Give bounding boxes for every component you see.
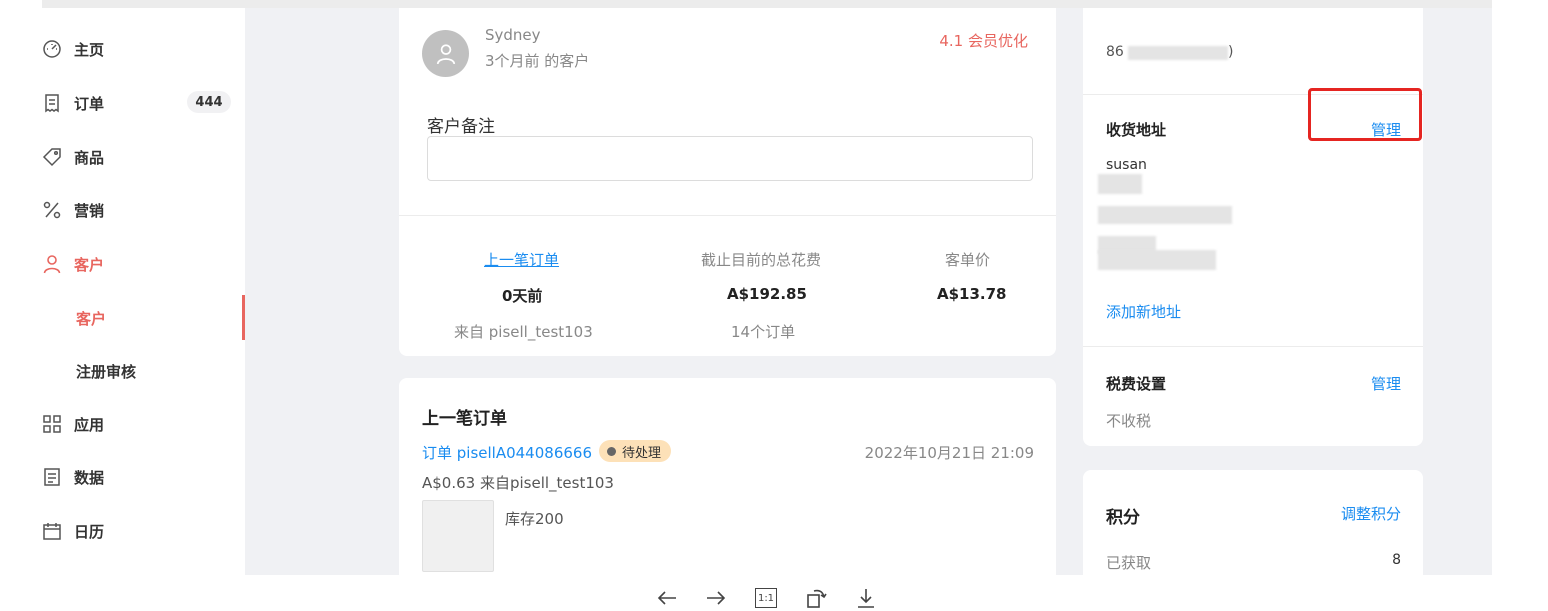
- admin-app: 主页 订单 444 商品 营销 客户 客户 注册审核 应用 数据 日历 Sydn…: [42, 0, 1492, 575]
- contact-card: 86 ) 收货地址 管理 susan 添加新地址 税费设置 管理 不收税: [1083, 8, 1423, 446]
- last-order-link[interactable]: 上一笔订单: [484, 249, 559, 270]
- download-button[interactable]: [854, 586, 878, 610]
- sidebar-item-label: 订单: [74, 94, 105, 113]
- arrow-right-icon: [707, 591, 726, 605]
- note-label: 客户备注: [427, 117, 495, 137]
- member-tag[interactable]: 4.1 会员优化: [939, 30, 1028, 51]
- address-name: susan: [1106, 157, 1147, 173]
- points-earned-label: 已获取: [1106, 554, 1152, 572]
- sidebar-subitem-registration-review[interactable]: 注册审核: [76, 361, 136, 382]
- avatar: [422, 30, 469, 77]
- order-summary: A$0.63 来自pisell_test103: [422, 474, 614, 492]
- points-card: 积分 调整积分 已获取 8: [1083, 470, 1423, 575]
- order-count-badge: 444: [187, 91, 231, 113]
- phone-suffix: ): [1228, 44, 1234, 60]
- divider: [399, 215, 1056, 216]
- sidebar-item-label: 商品: [74, 148, 105, 167]
- sidebar-item-label: 主页: [74, 40, 105, 59]
- adjust-points-link[interactable]: 调整积分: [1341, 503, 1401, 524]
- order-icon: [42, 93, 62, 113]
- order-count: 14个订单: [731, 323, 796, 341]
- sidebar-item-data[interactable]: 数据: [42, 457, 245, 497]
- sidebar-item-label: 数据: [74, 468, 105, 487]
- tax-value: 不收税: [1106, 412, 1152, 430]
- download-icon: [858, 589, 874, 608]
- order-datetime: 2022年10月21日 21:09: [864, 444, 1034, 462]
- order-number-link[interactable]: 订单 pisellA044086666: [422, 442, 592, 463]
- sidebar-item-label: 应用: [74, 415, 105, 434]
- next-button[interactable]: [704, 586, 728, 610]
- phone-prefix: 86: [1106, 44, 1124, 60]
- data-icon: [42, 467, 62, 487]
- dashboard-icon: [42, 39, 62, 59]
- sidebar-item-decoration[interactable]: 装修: [42, 564, 245, 575]
- last-order-card: 上一笔订单 订单 pisellA044086666 待处理 2022年10月21…: [399, 378, 1056, 575]
- sidebar-item-apps[interactable]: 应用: [42, 404, 245, 444]
- sidebar-item-marketing[interactable]: 营销: [42, 190, 245, 230]
- divider: [1083, 346, 1423, 347]
- customer-city: Sydney: [485, 26, 541, 44]
- status-badge: 待处理: [599, 440, 672, 462]
- customer-summary-card: Sydney 3个月前 的客户 4.1 会员优化 客户备注 上一笔订单 0天前 …: [399, 8, 1056, 356]
- sidebar-item-calendar[interactable]: 日历: [42, 511, 245, 551]
- points-earned-value: 8: [1392, 552, 1401, 568]
- points-title: 积分: [1106, 508, 1140, 528]
- active-indicator: [242, 295, 245, 340]
- sidebar-item-label: 日历: [74, 522, 105, 541]
- tax-title: 税费设置: [1106, 375, 1167, 393]
- customer-since: 3个月前 的客户: [485, 52, 590, 70]
- last-order-title: 上一笔订单: [422, 409, 507, 429]
- product-thumbnail[interactable]: [422, 500, 494, 572]
- sidebar-item-label: 客户: [74, 255, 105, 274]
- sidebar-subitem-customers[interactable]: 客户: [76, 308, 106, 329]
- total-spend-label: 截止目前的总花费: [701, 251, 822, 269]
- sidebar-item-customers[interactable]: 客户: [42, 244, 245, 284]
- address-title: 收货地址: [1106, 121, 1167, 139]
- last-order-source: 来自 pisell_test103: [454, 323, 593, 341]
- percent-icon: [42, 200, 62, 220]
- viewer-toolbar: 1:1: [0, 580, 1548, 611]
- address-manage-link[interactable]: 管理: [1371, 119, 1401, 140]
- avg-order-label: 客单价: [945, 251, 991, 269]
- avg-order-value: A$13.78: [937, 285, 1007, 303]
- rotate-icon: [807, 589, 827, 608]
- phone-redacted: [1128, 46, 1228, 60]
- note-input[interactable]: [427, 136, 1033, 181]
- status-text: 待处理: [622, 445, 662, 461]
- arrow-left-icon: [657, 591, 676, 605]
- sidebar-item-products[interactable]: 商品: [42, 137, 245, 177]
- previous-button[interactable]: [655, 586, 679, 610]
- add-address-link[interactable]: 添加新地址: [1106, 301, 1181, 322]
- brush-icon: [42, 574, 62, 575]
- user-icon: [436, 43, 455, 64]
- user-icon: [42, 254, 62, 274]
- tag-icon: [42, 147, 62, 167]
- last-order-value: 0天前: [502, 287, 543, 305]
- tax-manage-link[interactable]: 管理: [1371, 373, 1401, 394]
- sidebar-item-label: 营销: [74, 201, 105, 220]
- total-spend-value: A$192.85: [727, 285, 807, 303]
- rotate-button[interactable]: [805, 586, 829, 610]
- sidebar-item-label: 装修: [74, 574, 104, 576]
- status-dot: [607, 446, 616, 456]
- screenshot-stage: 主页 订单 444 商品 营销 客户 客户 注册审核 应用 数据 日历 Sydn…: [0, 0, 1548, 611]
- actual-size-button[interactable]: 1:1: [755, 588, 777, 608]
- apps-icon: [42, 414, 62, 434]
- product-stock: 库存200: [505, 510, 564, 528]
- calendar-icon: [42, 521, 62, 541]
- sidebar-item-home[interactable]: 主页: [42, 29, 245, 69]
- sidebar: 主页 订单 444 商品 营销 客户 客户 注册审核 应用 数据 日历: [42, 8, 245, 575]
- address-redacted: [1098, 174, 1142, 194]
- address-redacted: [1098, 206, 1232, 224]
- sidebar-item-orders[interactable]: 订单 444: [42, 83, 245, 123]
- address-redacted: [1098, 250, 1216, 270]
- divider: [1083, 94, 1423, 95]
